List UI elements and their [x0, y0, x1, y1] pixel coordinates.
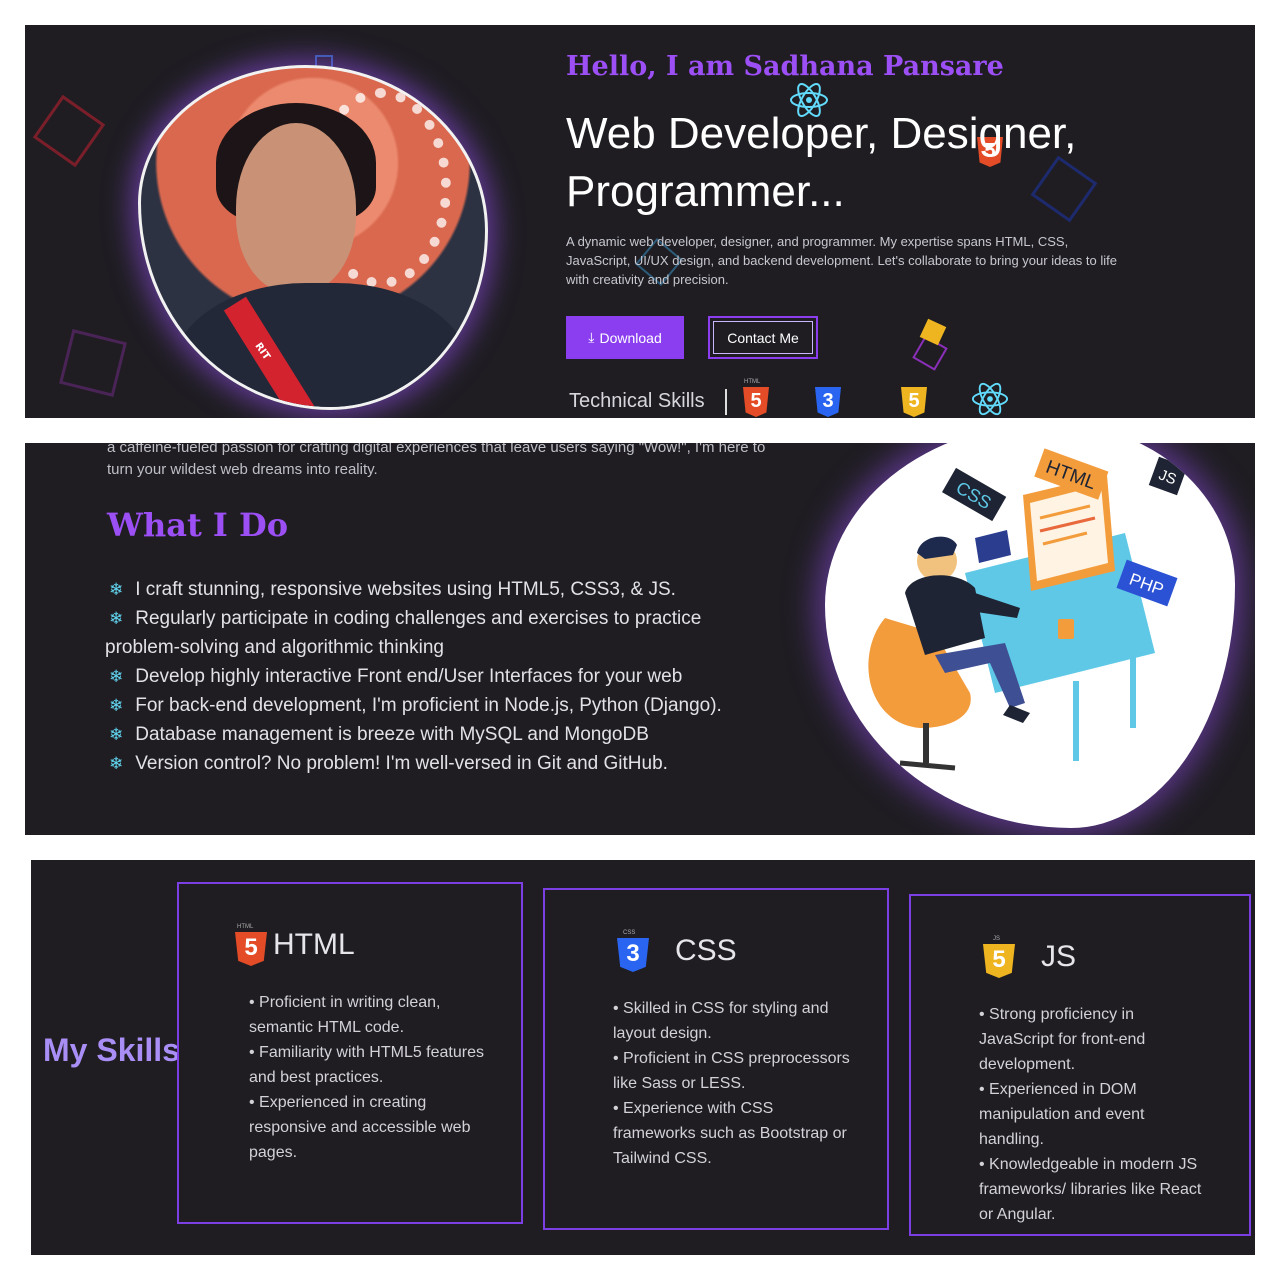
snowflake-icon: ❄	[109, 725, 124, 744]
contact-button[interactable]: Contact Me	[708, 316, 818, 359]
skill-point: • Proficient in writing clean, semantic …	[249, 994, 441, 1036]
skill-point: • Proficient in CSS preprocessors like S…	[613, 1050, 850, 1092]
skills-section: My Skills HTML 5 HTML • Proficient in wr…	[31, 860, 1255, 1255]
list-item: ❄ Develop highly interactive Front end/Us…	[109, 666, 683, 687]
decorative-square	[59, 329, 127, 397]
skill-card-js: JS 5 JS • Strong proficiency in JavaScri…	[909, 894, 1251, 1236]
card-body: • Strong proficiency in JavaScript for f…	[979, 1002, 1204, 1227]
section-title: What I Do	[107, 506, 289, 544]
skill-point: • Skilled in CSS for styling and layout …	[613, 1000, 829, 1042]
list-item: ❄ Database management is breeze with MySQ…	[109, 724, 649, 745]
intro-text: A dynamic web developer, designer, and p…	[566, 234, 1117, 287]
developer-illustration-art: HTML CSS JS PHP	[868, 448, 1188, 771]
js-icon: JS 5	[983, 936, 1015, 978]
section-title: My Skills	[43, 1032, 180, 1068]
skill-point: • Strong proficiency in JavaScript for f…	[979, 1006, 1146, 1073]
card-title: CSS	[675, 934, 737, 967]
skill-point: • Knowledgeable in modern JS frameworks/…	[979, 1156, 1202, 1223]
skill-point: • Experience with CSS frameworks such as…	[613, 1100, 847, 1167]
hero-section: RIT 5 Hello, I am Sadhana Pansare Web De…	[25, 25, 1255, 418]
card-header: JS 5 JS	[983, 936, 1076, 978]
page-title: Web Developer, Designer, Programmer...	[566, 109, 1077, 216]
download-button-label: Download	[599, 329, 662, 346]
download-icon: ⤓	[588, 329, 595, 345]
card-header: CSS 3 CSS	[617, 930, 737, 972]
greeting-heading: Hello, I am Sadhana Pansare	[566, 51, 1004, 82]
download-button[interactable]: ⤓ Download	[566, 316, 684, 359]
snowflake-icon: ❄	[109, 609, 124, 628]
photo-shoulders	[171, 283, 471, 407]
list-item: ❄ I craft stunning, responsive websites u…	[109, 579, 676, 600]
html5-icon-tag: HTML	[744, 379, 761, 385]
html5-icon: HTML 5	[235, 924, 267, 966]
about-text: a caffeine-fueled passion for crafting d…	[107, 443, 766, 478]
what-i-do-section: a caffeine-fueled passion for crafting d…	[25, 443, 1255, 835]
profile-photo: RIT	[138, 65, 488, 410]
card-title: HTML	[273, 928, 355, 961]
js-icon: 5	[901, 387, 927, 417]
skill-point: • Familiarity with HTML5 features and be…	[249, 1044, 484, 1086]
decorative-square	[32, 94, 106, 168]
skill-card-html: HTML 5 HTML • Proficient in writing clea…	[177, 882, 523, 1224]
skill-point: • Experienced in DOM manipulation and ev…	[979, 1081, 1145, 1148]
snowflake-icon: ❄	[109, 580, 124, 599]
skill-point: • Experienced in creating responsive and…	[249, 1094, 471, 1161]
react-icon	[971, 382, 1009, 416]
html5-icon: 5	[743, 387, 769, 417]
snowflake-icon: ❄	[109, 754, 124, 773]
snowflake-icon: ❄	[109, 667, 124, 686]
services-list: ❄ I craft stunning, responsive websites u…	[105, 575, 755, 778]
skill-card-css: CSS 3 CSS • Skilled in CSS for styling a…	[543, 888, 889, 1230]
card-body: • Skilled in CSS for styling and layout …	[613, 996, 853, 1171]
card-body: • Proficient in writing clean, semantic …	[249, 990, 489, 1165]
photo-face	[236, 123, 356, 293]
developer-illustration: HTML CSS JS PHP	[825, 443, 1235, 828]
card-title: JS	[1041, 940, 1077, 973]
list-item: ❄ For back-end development, I'm proficien…	[109, 695, 722, 716]
divider	[725, 389, 727, 415]
css3-icon: 3	[815, 387, 841, 417]
css3-icon: CSS 3	[617, 930, 649, 972]
card-header: HTML 5 HTML	[235, 924, 355, 966]
list-item: ❄ Regularly participate in coding challen…	[105, 608, 702, 658]
contact-button-label: Contact Me	[727, 329, 799, 346]
list-item: ❄ Version control? No problem! I'm well-v…	[109, 753, 668, 774]
technical-skills-label: Technical Skills	[569, 390, 705, 412]
snowflake-icon: ❄	[109, 696, 124, 715]
